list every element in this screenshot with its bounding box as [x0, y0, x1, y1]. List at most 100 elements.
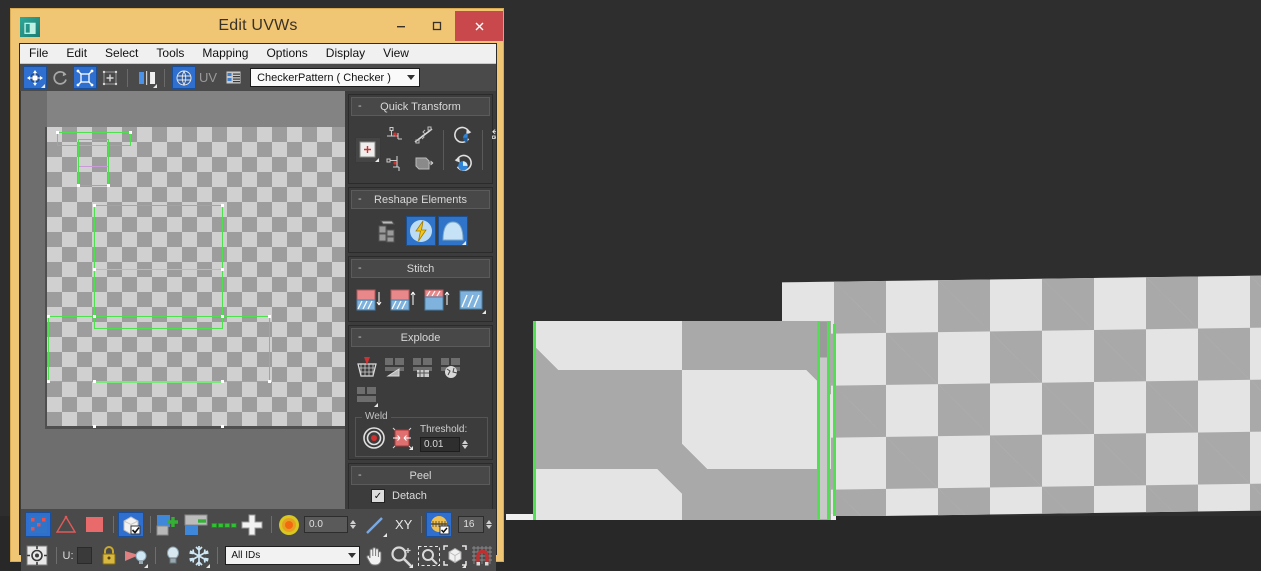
rollout-reshape-elements-header[interactable]: - Reshape Elements: [351, 190, 490, 209]
snowflake-icon[interactable]: [187, 543, 212, 568]
viewport-box-object[interactable]: [533, 321, 831, 520]
minimize-button[interactable]: [383, 11, 419, 41]
uv-shell-square[interactable]: [94, 205, 223, 329]
stitch-target-button[interactable]: [388, 285, 420, 315]
window-titlebar[interactable]: ◨ Edit UVWs: [11, 9, 503, 43]
explode-custom-button[interactable]: [354, 382, 380, 408]
rollout-peel-header[interactable]: - Peel: [351, 466, 490, 485]
material-ids-dropdown[interactable]: All IDs: [225, 546, 361, 565]
threshold-spinner[interactable]: [462, 440, 468, 449]
soft-selection-falloff-icon[interactable]: [276, 512, 302, 537]
show-map-button[interactable]: [172, 66, 196, 89]
snap-magnet-icon[interactable]: [469, 543, 494, 568]
spinner-down-icon[interactable]: [486, 525, 493, 529]
u-coordinate-input[interactable]: [76, 547, 92, 564]
zoom-icon[interactable]: [390, 543, 415, 568]
light-bulb-icon[interactable]: [160, 543, 185, 568]
menu-options[interactable]: Options: [257, 44, 316, 63]
grid-value-input[interactable]: 16: [458, 516, 485, 533]
stitch-custom-button[interactable]: [422, 285, 454, 315]
mirror-tool-button[interactable]: [135, 66, 159, 89]
stitch-source-button[interactable]: [354, 285, 386, 315]
ring-uv-button[interactable]: [239, 512, 265, 537]
weld-selected-button[interactable]: [389, 425, 415, 451]
menu-select[interactable]: Select: [96, 44, 147, 63]
rollout-quick-transform-header[interactable]: - Quick Transform: [351, 97, 490, 116]
viewport-plane-object[interactable]: [782, 275, 1261, 518]
relax-block-button[interactable]: [411, 151, 437, 177]
spinner-down-icon[interactable]: [350, 525, 356, 529]
grid-snap-button[interactable]: [426, 512, 453, 537]
loop-uv-button[interactable]: [211, 512, 237, 537]
axis-label[interactable]: XY: [395, 517, 412, 532]
flyout-corner-icon: [409, 446, 413, 450]
explode-by-smoothing-button[interactable]: [438, 354, 464, 380]
rotate-tool-button[interactable]: [48, 66, 72, 89]
material-dropdown[interactable]: CheckerPattern ( Checker ): [250, 68, 421, 87]
material-list-icon[interactable]: [221, 66, 245, 89]
light-cone-icon[interactable]: [123, 543, 149, 568]
edge-subobject-button[interactable]: [53, 512, 79, 537]
zoom-extents-icon[interactable]: [443, 543, 468, 568]
element-subobject-button[interactable]: [118, 512, 144, 537]
menu-view[interactable]: View: [374, 44, 418, 63]
lock-icon[interactable]: [97, 543, 122, 568]
rollout-explode-header[interactable]: - Explode: [351, 328, 490, 347]
uv-shell-rect[interactable]: [48, 316, 270, 382]
weld-group: Weld Threshold: 0.01: [355, 411, 488, 457]
status-bar: U: All IDs: [21, 540, 496, 571]
grid-spinner[interactable]: [486, 520, 493, 529]
rollout-stitch-header[interactable]: - Stitch: [351, 259, 490, 278]
shrink-selection-button[interactable]: [183, 512, 209, 537]
rotate-90-cw-button[interactable]: [450, 151, 476, 177]
uv-shell-t-stem[interactable]: [78, 139, 109, 186]
transform-center-icon[interactable]: [25, 543, 50, 568]
menu-file[interactable]: File: [20, 44, 57, 63]
explode-by-angle-button[interactable]: [382, 354, 408, 380]
zoom-region-icon[interactable]: [416, 543, 441, 568]
edge-distance-button[interactable]: [362, 512, 388, 537]
spinner-down-icon[interactable]: [462, 445, 468, 449]
menu-display[interactable]: Display: [317, 44, 374, 63]
vertex-subobject-button[interactable]: [25, 512, 51, 537]
align-pivot-h-button[interactable]: [383, 123, 409, 149]
main-toolbar: UV CheckerPattern ( Checker ): [20, 64, 496, 91]
close-button[interactable]: [455, 11, 503, 41]
rotate-90-ccw-button[interactable]: [450, 123, 476, 149]
face-subobject-button[interactable]: [81, 512, 107, 537]
detach-row[interactable]: ✓ Detach: [371, 489, 492, 503]
space-vertical-button[interactable]: [489, 151, 496, 177]
move-to-corner-button[interactable]: [355, 137, 381, 163]
menu-mapping[interactable]: Mapping: [193, 44, 257, 63]
spinner-up-icon[interactable]: [486, 520, 493, 524]
grow-selection-button[interactable]: [155, 512, 181, 537]
maximize-button[interactable]: [419, 11, 455, 41]
spinner-up-icon[interactable]: [350, 520, 356, 524]
freeform-mode-button[interactable]: [98, 66, 122, 89]
explode-by-material-button[interactable]: [410, 354, 436, 380]
pelt-map-button[interactable]: [405, 216, 436, 246]
menu-tools[interactable]: Tools: [147, 44, 193, 63]
detach-checkbox[interactable]: ✓: [371, 489, 385, 503]
target-weld-button[interactable]: [361, 425, 387, 451]
quick-planar-map-button[interactable]: [374, 216, 404, 246]
menu-edit[interactable]: Edit: [57, 44, 96, 63]
space-horizontal-button[interactable]: [489, 123, 496, 149]
break-apart-button[interactable]: [354, 354, 380, 380]
spinner-up-icon[interactable]: [462, 440, 468, 444]
uv-vertex: [221, 204, 224, 207]
straighten-selection-button[interactable]: [411, 123, 437, 149]
pan-icon[interactable]: [363, 543, 388, 568]
uv-vertex: [47, 315, 50, 318]
falloff-input[interactable]: 0.0: [304, 516, 348, 533]
stitch-diagonal-button[interactable]: [456, 285, 488, 315]
edit-uvws-window[interactable]: ◨ Edit UVWs File Edit Select Tools Mappi…: [10, 8, 504, 571]
bottom-separator-2: [150, 516, 151, 533]
align-pivot-v-button[interactable]: [383, 151, 409, 177]
falloff-spinner[interactable]: [350, 520, 356, 529]
move-tool-button[interactable]: [23, 66, 47, 89]
scale-tool-button[interactable]: [73, 66, 97, 89]
uv-editor-canvas[interactable]: [21, 91, 345, 509]
relax-tool-button[interactable]: [437, 216, 468, 246]
threshold-input[interactable]: 0.01: [420, 437, 460, 452]
